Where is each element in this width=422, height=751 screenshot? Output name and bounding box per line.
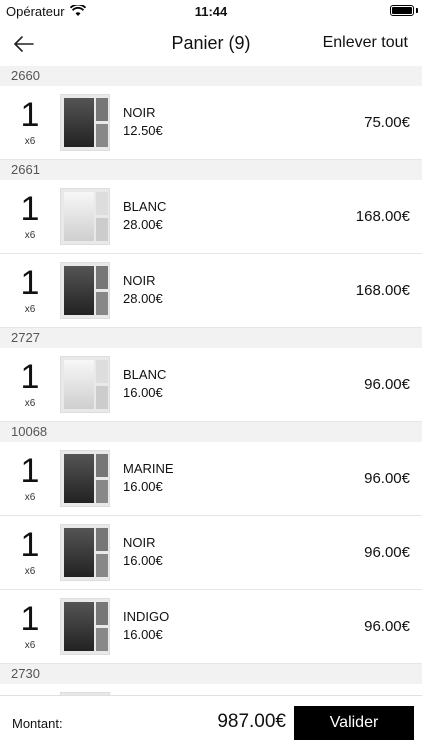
item-total: 168.00€ (355, 208, 410, 225)
item-unit-price: 16.00€ (123, 627, 163, 642)
item-quantity: 1 (20, 96, 40, 134)
product-thumbnail (60, 598, 110, 655)
item-total: 96.00€ (364, 618, 410, 635)
item-unit-price: 28.00€ (123, 291, 163, 306)
validate-button[interactable]: Valider (294, 706, 414, 740)
product-thumbnail (60, 94, 110, 151)
cart-item[interactable]: 1 x6 BLANC 16.00€ 96.00€ (0, 348, 422, 422)
product-thumbnail (60, 188, 110, 245)
section-header: 2727 (0, 328, 422, 348)
item-color: NOIR (123, 105, 156, 120)
cart-item[interactable]: 1 x6 INDIGO 16.00€ 96.00€ (0, 590, 422, 664)
item-multiplier: x6 (24, 230, 36, 241)
navigation-bar: Panier (9) Enlever tout (0, 22, 422, 66)
item-total: 96.00€ (364, 544, 410, 561)
item-color: INDIGO (123, 609, 170, 624)
item-color: MARINE (123, 461, 174, 476)
item-total: 168.00€ (355, 282, 410, 299)
section-header: 2661 (0, 160, 422, 180)
checkout-footer: Montant: 987.00€ Valider (0, 695, 422, 751)
item-quantity: 1 (20, 600, 40, 638)
item-quantity: 1 (20, 358, 40, 396)
item-multiplier: x6 (24, 304, 36, 315)
item-total: 96.00€ (364, 376, 410, 393)
clock: 11:44 (194, 4, 228, 19)
battery-tip (416, 8, 418, 13)
item-unit-price: 16.00€ (123, 385, 163, 400)
item-color: NOIR (123, 273, 156, 288)
item-quantity: 1 (20, 190, 40, 228)
product-thumbnail (60, 356, 110, 413)
item-total: 96.00€ (364, 470, 410, 487)
item-multiplier: x6 (24, 398, 36, 409)
section-header: 2730 (0, 664, 422, 684)
cart-item[interactable]: 1 x6 NOIR 16.00€ 96.00€ (0, 516, 422, 590)
amount-label: Montant: (12, 716, 63, 731)
status-bar: Opérateur 11:44 (0, 0, 422, 22)
amount-total: 987.00€ (217, 711, 286, 732)
cart-item[interactable]: 1 x6 MARINE 16.00€ 96.00€ (0, 442, 422, 516)
cart-item[interactable]: 1 x6 (0, 684, 422, 695)
item-unit-price: 16.00€ (123, 479, 163, 494)
item-quantity: 1 (20, 264, 40, 302)
cart-item[interactable]: 1 x6 BLANC 28.00€ 168.00€ (0, 180, 422, 254)
product-thumbnail (60, 524, 110, 581)
item-unit-price: 16.00€ (123, 553, 163, 568)
battery-icon (390, 5, 414, 16)
item-unit-price: 12.50€ (123, 123, 163, 138)
section-header: 2660 (0, 66, 422, 86)
product-thumbnail (60, 262, 110, 319)
clear-all-button[interactable]: Enlever tout (323, 34, 408, 52)
item-unit-price: 28.00€ (123, 217, 163, 232)
item-quantity: 1 (20, 452, 40, 490)
cart-list[interactable]: 2660 1 x6 NOIR 12.50€ 75.00€ 2661 1 x6 B… (0, 66, 422, 695)
item-color: BLANC (123, 367, 167, 382)
item-multiplier: x6 (24, 136, 36, 147)
product-thumbnail (60, 450, 110, 507)
item-total: 75.00€ (364, 114, 410, 131)
cart-item[interactable]: 1 x6 NOIR 12.50€ 75.00€ (0, 86, 422, 160)
cart-item[interactable]: 1 x6 NOIR 28.00€ 168.00€ (0, 254, 422, 328)
item-multiplier: x6 (24, 640, 36, 651)
item-color: NOIR (123, 535, 156, 550)
item-multiplier: x6 (24, 492, 36, 503)
item-quantity: 1 (20, 526, 40, 564)
section-header: 10068 (0, 422, 422, 442)
item-color: BLANC (123, 199, 167, 214)
item-multiplier: x6 (24, 566, 36, 577)
